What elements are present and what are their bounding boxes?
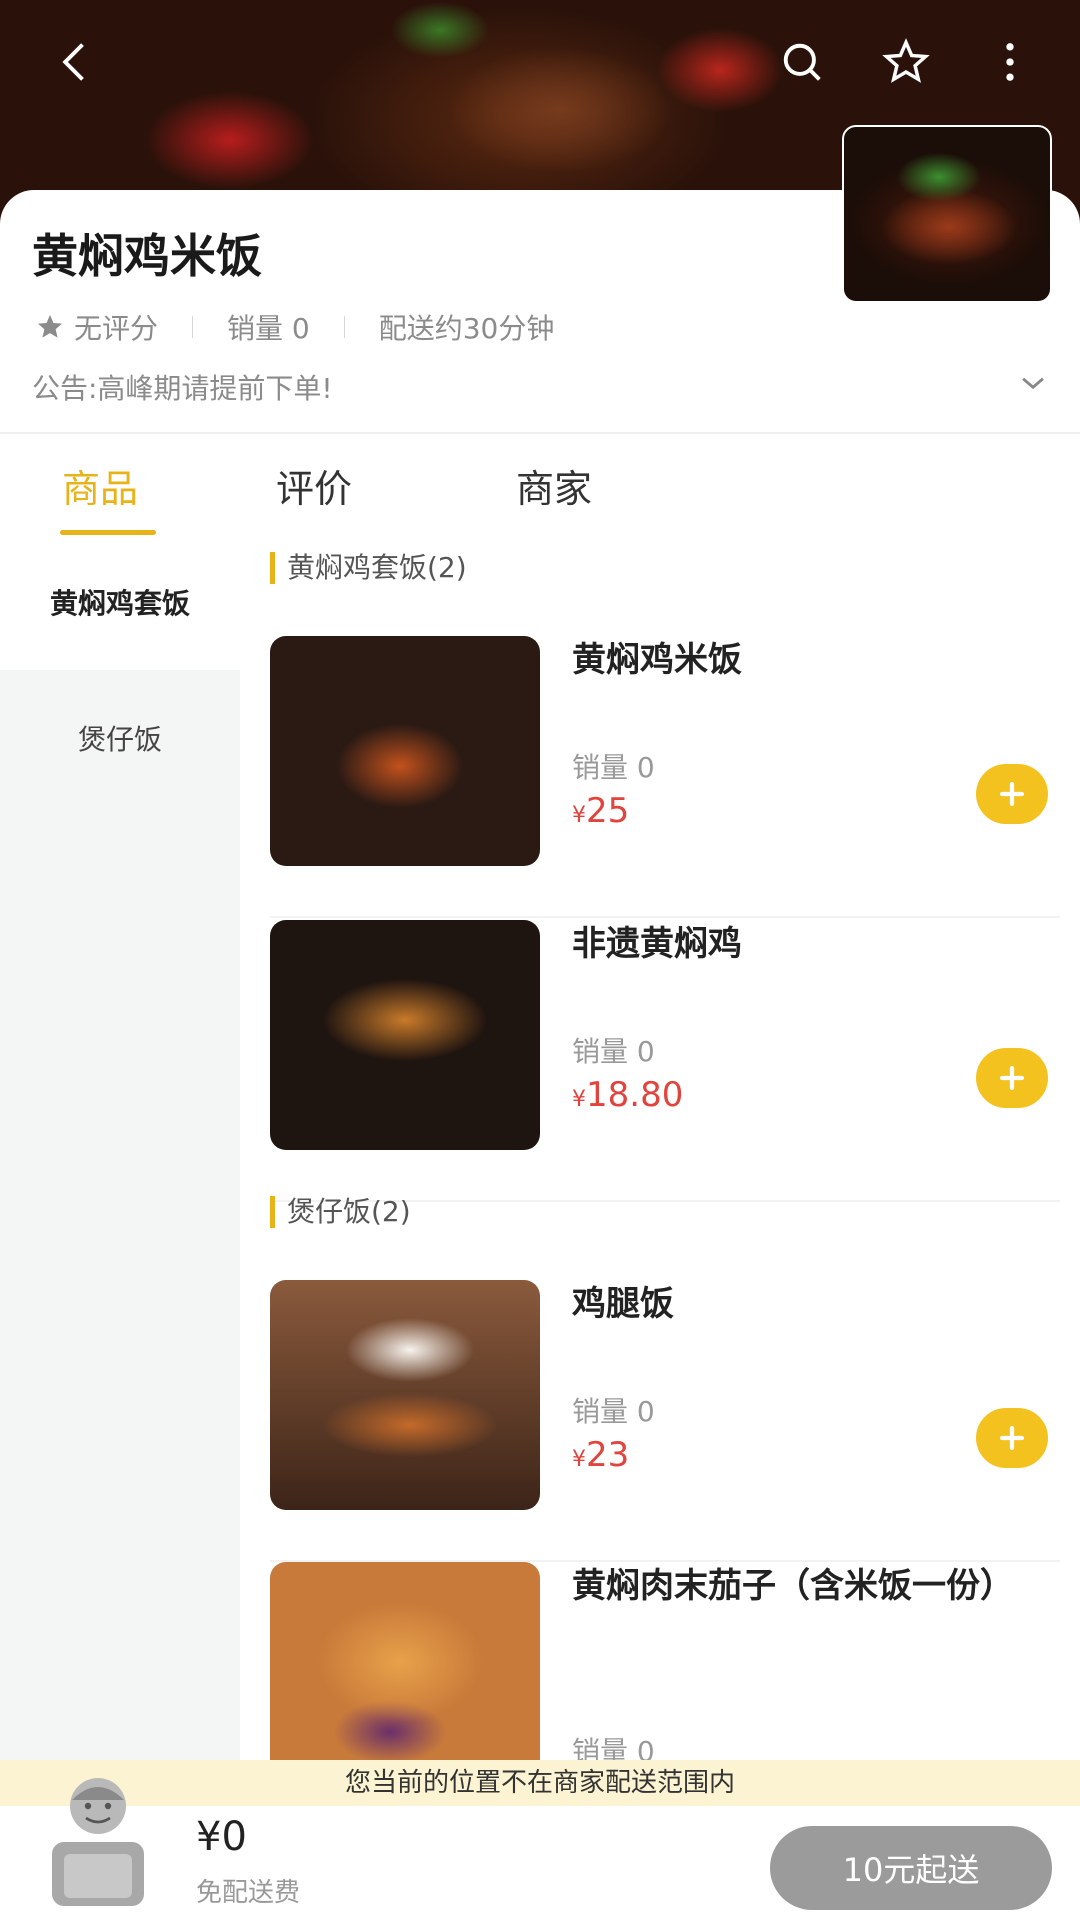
plus-icon [999, 781, 1025, 807]
product-price: ¥23 [572, 1435, 630, 1475]
more-vertical-icon [1006, 43, 1014, 81]
meta-divider [192, 316, 194, 338]
tab-reviews[interactable]: 评价 [276, 458, 352, 513]
active-tab-indicator [60, 530, 156, 535]
product-sales: 销量 0 [572, 1035, 655, 1068]
plus-icon [999, 1065, 1025, 1091]
tab-products[interactable]: 商品 [62, 458, 138, 513]
product-image[interactable] [270, 636, 540, 866]
star-icon [38, 315, 62, 338]
product-price: ¥18.80 [572, 1075, 684, 1115]
product-name: 非遗黄焖鸡 [572, 924, 742, 964]
product-image[interactable] [270, 920, 540, 1150]
cart-total: ¥0 [196, 1814, 247, 1860]
product-list: 黄焖鸡套饭(2) 黄焖鸡米饭 销量 0 ¥25 非遗黄焖鸡 销量 0 ¥18.8… [240, 540, 1080, 1760]
min-order-button[interactable]: 10元起送 [770, 1826, 1052, 1910]
divider [270, 916, 1060, 918]
add-to-cart-button[interactable] [976, 1408, 1048, 1468]
store-rating: 无评分 [74, 312, 159, 345]
product-image[interactable] [270, 1562, 540, 1760]
cart-bar: ¥0 免配送费 10元起送 [0, 1778, 1080, 1920]
meta-divider [343, 316, 345, 338]
category-item-claypot[interactable]: 煲仔饭 [0, 718, 240, 758]
store-meta: 无评分 销量 0 配送约30分钟 [34, 307, 554, 347]
store-sales: 销量 0 [227, 312, 310, 345]
section-title: 黄焖鸡套饭(2) [270, 552, 467, 584]
chevron-left-icon [62, 43, 84, 81]
star-outline-icon [882, 38, 930, 83]
delivery-fee: 免配送费 [196, 1878, 301, 1908]
product-sales: 销量 0 [572, 1735, 655, 1760]
category-sidebar: 黄焖鸡套饭 煲仔饭 [0, 540, 240, 1760]
product-item[interactable]: 黄焖鸡米饭 销量 0 ¥25 [270, 636, 1060, 918]
search-button[interactable] [766, 26, 838, 98]
store-tabs: 商品 评价 商家 [0, 440, 1080, 540]
product-item[interactable]: 非遗黄焖鸡 销量 0 ¥18.80 [270, 920, 1060, 1202]
product-name: 鸡腿饭 [572, 1284, 674, 1324]
section-title: 煲仔饭(2) [270, 1196, 411, 1228]
chevron-down-icon[interactable] [1016, 366, 1050, 400]
product-image[interactable] [270, 1280, 540, 1510]
store-delivery-time: 配送约30分钟 [378, 312, 555, 345]
product-item[interactable]: 鸡腿饭 销量 0 ¥23 [270, 1280, 1060, 1562]
search-icon [783, 43, 821, 81]
product-sales: 销量 0 [572, 1395, 655, 1428]
category-item-combo[interactable]: 黄焖鸡套饭 [0, 540, 240, 670]
add-to-cart-button[interactable] [976, 764, 1048, 824]
favorite-button[interactable] [870, 26, 942, 98]
product-item[interactable]: 黄焖肉末茄子（含米饭一份） 销量 0 [270, 1562, 1060, 1760]
store-logo-image [842, 125, 1052, 303]
store-name: 黄焖鸡米饭 [32, 229, 262, 283]
add-to-cart-button[interactable] [976, 1048, 1048, 1108]
cart-mascot-icon[interactable] [36, 1770, 160, 1920]
back-button[interactable] [40, 26, 112, 98]
plus-icon [999, 1425, 1025, 1451]
product-name: 黄焖鸡米饭 [572, 640, 742, 680]
product-name: 黄焖肉末茄子（含米饭一份） [572, 1566, 1014, 1606]
store-notice: 公告:高峰期请提前下单! [32, 372, 333, 405]
delivery-range-warning: 您当前的位置不在商家配送范围内 [0, 1760, 1080, 1806]
product-price: ¥25 [572, 791, 630, 831]
tab-merchant[interactable]: 商家 [516, 458, 592, 513]
divider [0, 432, 1080, 434]
product-sales: 销量 0 [572, 751, 655, 784]
more-button[interactable] [974, 26, 1046, 98]
